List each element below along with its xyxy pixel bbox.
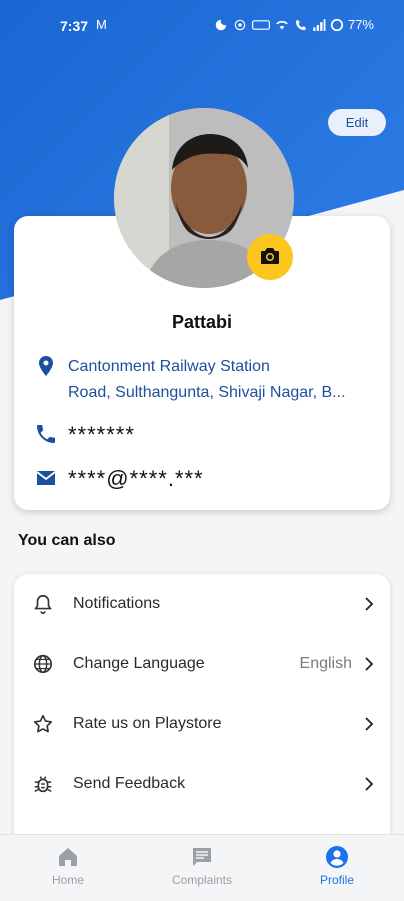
menu-item-label: Change Language: [73, 655, 205, 672]
email-row[interactable]: ****@****.***: [34, 466, 204, 492]
bottom-navigation: Home Complaints Profile: [0, 834, 404, 901]
menu-item-rate-us[interactable]: Rate us on Playstore: [14, 694, 390, 754]
chevron-right-icon: [360, 715, 378, 733]
camera-icon: [258, 244, 282, 271]
email-icon: [34, 466, 58, 490]
message-notification-icon: M: [96, 17, 107, 32]
hotspot-icon: [232, 18, 248, 32]
bug-icon: [32, 773, 54, 795]
address-row[interactable]: Cantonment Railway Station Road, Sulthan…: [34, 354, 368, 406]
phone-row[interactable]: *******: [34, 422, 135, 448]
phone-icon: [34, 422, 58, 446]
nav-label: Profile: [319, 873, 354, 887]
comment-icon: [152, 845, 252, 869]
nav-item-complaints[interactable]: Complaints: [152, 845, 252, 887]
globe-icon: [32, 653, 54, 675]
menu-item-value: English: [299, 655, 352, 672]
battery-icon: [330, 18, 344, 32]
status-icons: 77%: [214, 17, 374, 32]
address-line-2: Road, Sulthangunta, Shivaji Nagar, B...: [68, 384, 346, 401]
chevron-right-icon: [360, 595, 378, 613]
chevron-right-icon: [360, 775, 378, 793]
profile-icon: [287, 845, 387, 869]
address-text: Cantonment Railway Station Road, Sulthan…: [68, 354, 368, 406]
nav-label: Complaints: [171, 873, 233, 887]
phone-number: *******: [68, 422, 135, 447]
address-line-1: Cantonment Railway Station: [68, 358, 270, 375]
volte-icon: [251, 18, 270, 32]
edit-button[interactable]: Edit: [328, 109, 386, 136]
location-pin-icon: [34, 354, 58, 378]
wifi-icon: [274, 18, 290, 32]
home-icon: [18, 845, 118, 869]
status-time: 7:37: [60, 18, 89, 34]
menu-item-notifications[interactable]: Notifications: [14, 574, 390, 634]
battery-percent: 77%: [347, 17, 374, 32]
section-title: You can also: [18, 532, 116, 549]
chevron-right-icon: [360, 655, 378, 673]
user-name: Pattabi: [171, 312, 232, 332]
menu-item-label: Send Feedback: [73, 775, 186, 792]
change-photo-button[interactable]: [247, 234, 293, 280]
signal-icon: [312, 18, 326, 32]
moon-icon: [214, 18, 228, 32]
status-bar: 7:37 M 77%: [0, 0, 404, 50]
menu-item-change-language[interactable]: Change Language English: [14, 634, 390, 694]
menu-item-label: Rate us on Playstore: [73, 715, 222, 732]
star-icon: [32, 713, 54, 735]
nav-item-home[interactable]: Home: [18, 845, 118, 887]
menu-card: Notifications Change Language English Ra…: [14, 574, 390, 836]
nav-item-profile[interactable]: Profile: [287, 845, 387, 887]
bell-icon: [32, 593, 54, 615]
menu-item-label: Notifications: [73, 595, 161, 612]
email-address: ****@****.***: [68, 466, 204, 491]
call-wifi-icon: [294, 18, 308, 32]
menu-item-send-feedback[interactable]: Send Feedback: [14, 754, 390, 814]
nav-label: Home: [51, 873, 84, 887]
